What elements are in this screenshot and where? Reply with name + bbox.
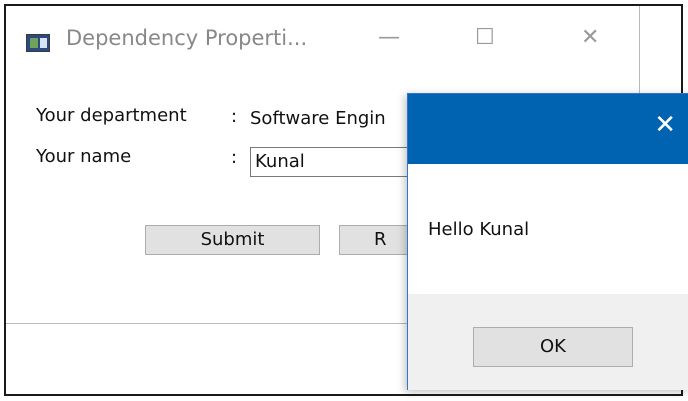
app-icon-pane-secondary <box>40 38 47 48</box>
dialog-footer: OK <box>408 294 688 390</box>
title-bar: Dependency Properti... — ☐ ✕ <box>6 6 639 76</box>
dialog-title-bar: ✕ <box>408 94 688 164</box>
name-label: Your name <box>36 146 132 167</box>
maximize-button[interactable]: ☐ <box>475 24 495 52</box>
minimize-button[interactable]: — <box>378 24 400 52</box>
department-label: Your department <box>36 105 187 126</box>
name-colon: : <box>231 147 238 168</box>
ok-button[interactable]: OK <box>473 327 633 367</box>
window-title: Dependency Properti... <box>66 26 308 50</box>
dialog-close-button[interactable]: ✕ <box>654 110 676 140</box>
department-value: Software Engin <box>250 108 386 129</box>
department-colon: : <box>231 106 238 127</box>
message-dialog: ✕ Hello Kunal OK <box>407 93 688 390</box>
submit-button[interactable]: Submit <box>145 225 320 255</box>
app-icon <box>26 34 50 52</box>
name-input[interactable]: Kunal <box>250 147 420 177</box>
close-button[interactable]: ✕ <box>581 24 599 52</box>
app-icon-pane <box>30 38 38 48</box>
dialog-message: Hello Kunal <box>428 219 530 240</box>
